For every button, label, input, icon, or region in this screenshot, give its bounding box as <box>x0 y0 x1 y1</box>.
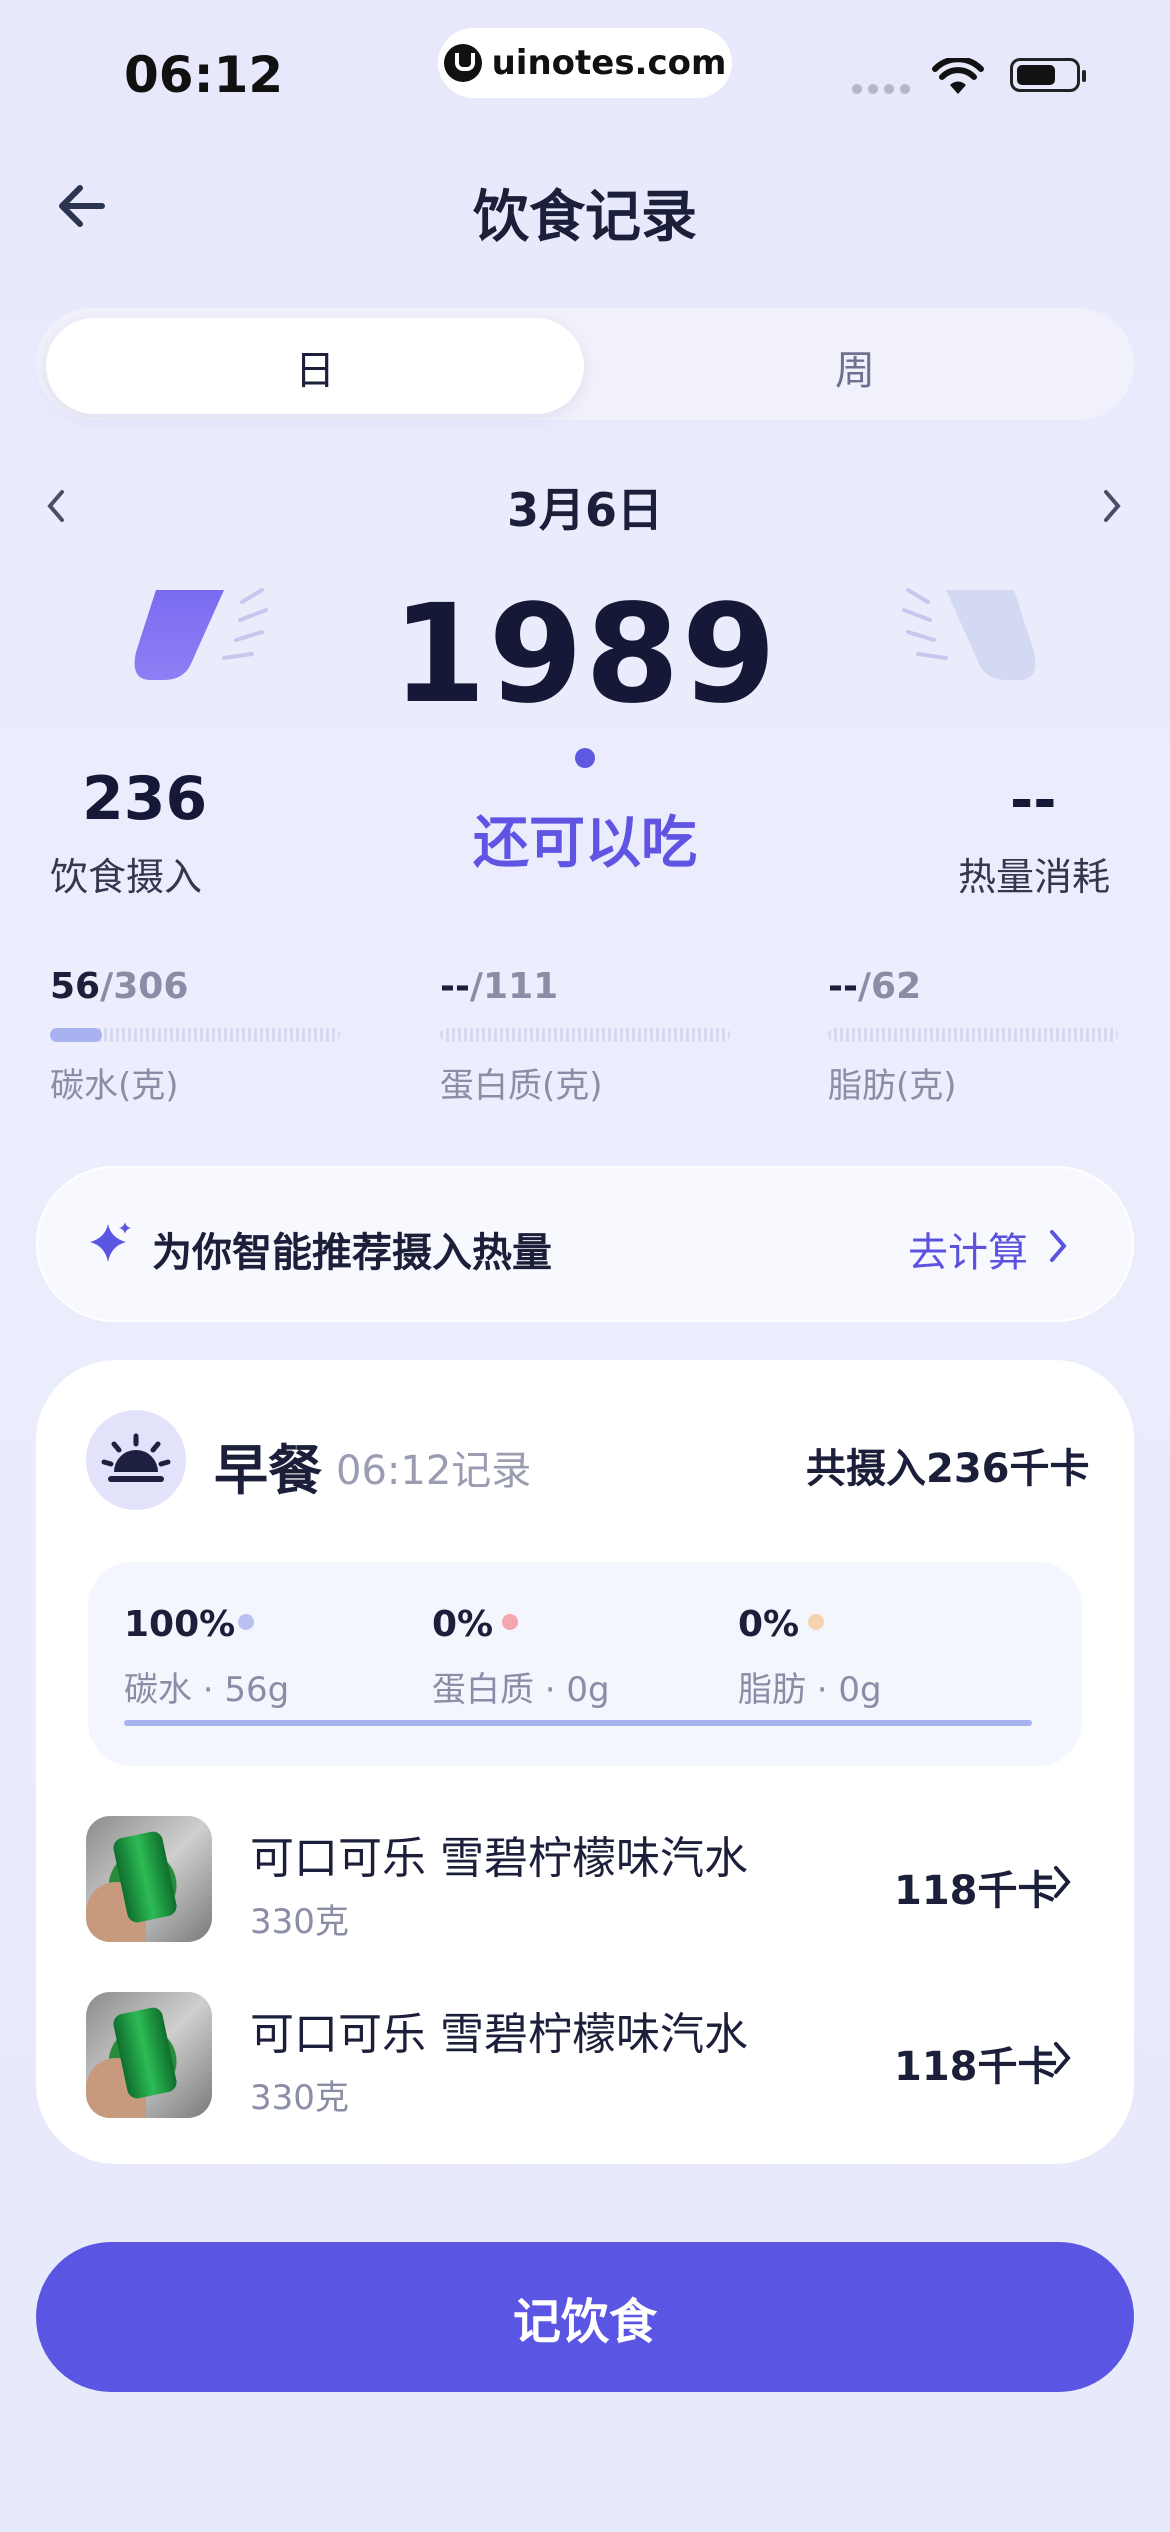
fat-amount: 脂肪 · 0g <box>738 1670 882 1710</box>
next-date-icon[interactable] <box>1100 486 1124 526</box>
food-name[interactable]: 可口可乐 雪碧柠檬味汽水 <box>250 1822 748 1886</box>
protein-label: 蛋白质(克) <box>440 1066 603 1106</box>
protein-amount: 蛋白质 · 0g <box>432 1670 610 1710</box>
food-weight: 330克 <box>250 2078 349 2118</box>
gauge-pointer <box>575 748 595 768</box>
food-thumbnail[interactable] <box>86 1816 212 1942</box>
burned-value: -- <box>1010 768 1057 833</box>
food-weight: 330克 <box>250 1902 349 1942</box>
carbs-percent: 100% <box>124 1604 236 1645</box>
food-name[interactable]: 可口可乐 雪碧柠檬味汽水 <box>250 1998 748 2062</box>
tab-day[interactable]: 日 <box>46 338 584 396</box>
intake-value: 236 <box>82 764 208 834</box>
carbs-value: 56/306 <box>50 966 189 1007</box>
food-kcal[interactable]: 118千卡 <box>894 1858 1058 1916</box>
sunrise-icon <box>86 1410 186 1510</box>
fat-dot <box>808 1614 824 1630</box>
fat-label: 脂肪(克) <box>828 1066 957 1106</box>
carbs-progress-bar <box>50 1028 340 1042</box>
sparkle-icon <box>90 1222 131 1262</box>
carbs-label: 碳水(克) <box>50 1066 179 1106</box>
url-pill: uinotes.com <box>438 28 732 98</box>
food-kcal[interactable]: 118千卡 <box>894 2034 1058 2092</box>
carbs-amount: 碳水 · 56g <box>124 1670 290 1710</box>
page-title: 饮食记录 <box>473 185 697 250</box>
protein-percent: 0% <box>432 1604 494 1645</box>
protein-progress-bar <box>440 1028 730 1042</box>
protein-dot <box>502 1614 518 1630</box>
meal-time: 06:12记录 <box>336 1448 532 1494</box>
remaining-calories: 1989 <box>391 576 779 734</box>
recommend-text: 为你智能推荐摄入热量 <box>152 1230 552 1276</box>
url-text: uinotes.com <box>491 43 727 83</box>
chevron-right-icon[interactable] <box>1050 2038 1074 2078</box>
carbs-dot <box>238 1614 254 1630</box>
site-logo-icon <box>443 44 482 82</box>
intake-label: 饮食摄入 <box>50 855 203 899</box>
record-meal-button[interactable]: 记饮食 <box>36 2242 1134 2392</box>
date-label: 3月6日 <box>506 483 663 537</box>
status-time: 06:12 <box>124 46 284 104</box>
fat-value: --/62 <box>828 966 922 1007</box>
food-thumbnail[interactable] <box>86 1992 212 2118</box>
chevron-right-icon <box>1050 1230 1067 1262</box>
macro-ratio-line <box>124 1720 1032 1726</box>
carbs-progress-fill <box>50 1028 103 1042</box>
battery-icon <box>1010 58 1086 92</box>
meal-title: 早餐 <box>214 1439 322 1502</box>
fat-progress-bar <box>828 1028 1118 1042</box>
meal-total: 共摄入236千卡 <box>806 1446 1090 1492</box>
protein-value: --/111 <box>440 966 559 1007</box>
chevron-right-icon[interactable] <box>1050 1862 1074 1902</box>
fat-percent: 0% <box>738 1604 800 1645</box>
wifi-icon <box>932 58 984 94</box>
signal-icon <box>852 84 910 94</box>
burned-label: 热量消耗 <box>958 855 1111 899</box>
calculate-link[interactable]: 去计算 <box>908 1220 1028 1278</box>
tab-week[interactable]: 周 <box>586 338 1124 396</box>
